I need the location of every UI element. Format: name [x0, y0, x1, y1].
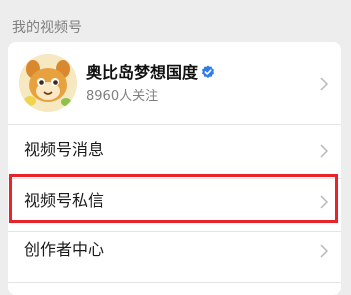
verified-badge-icon: [201, 63, 215, 78]
menu-item-label: 创作者中心: [24, 240, 105, 259]
account-name: 奥比岛梦想国度: [86, 62, 215, 84]
menu-item-label: 视频号消息: [24, 140, 105, 159]
section-title: 我的视频号: [12, 20, 82, 36]
account-name-text: 奥比岛梦想国度: [86, 63, 199, 82]
followers-count: 8960人关注: [86, 89, 159, 104]
chevron-right-icon: [320, 143, 329, 158]
menu-item-video-messages[interactable]: 视频号消息: [8, 122, 341, 178]
divider: [8, 282, 341, 283]
menu-item-creator-center[interactable]: 创作者中心: [8, 222, 341, 278]
profile-row[interactable]: 奥比岛梦想国度 8960人关注: [8, 42, 341, 124]
chevron-right-icon: [320, 76, 329, 91]
chevron-right-icon: [320, 243, 329, 258]
menu-item-label: 视频号私信: [24, 191, 105, 210]
menu-item-video-private-messages[interactable]: 视频号私信: [8, 173, 341, 229]
chevron-right-icon: [320, 194, 329, 209]
mascot-avatar-icon[interactable]: [19, 54, 77, 112]
video-account-card: 奥比岛梦想国度 8960人关注 视频号消息 视频号私信 创作者中心: [8, 42, 341, 295]
